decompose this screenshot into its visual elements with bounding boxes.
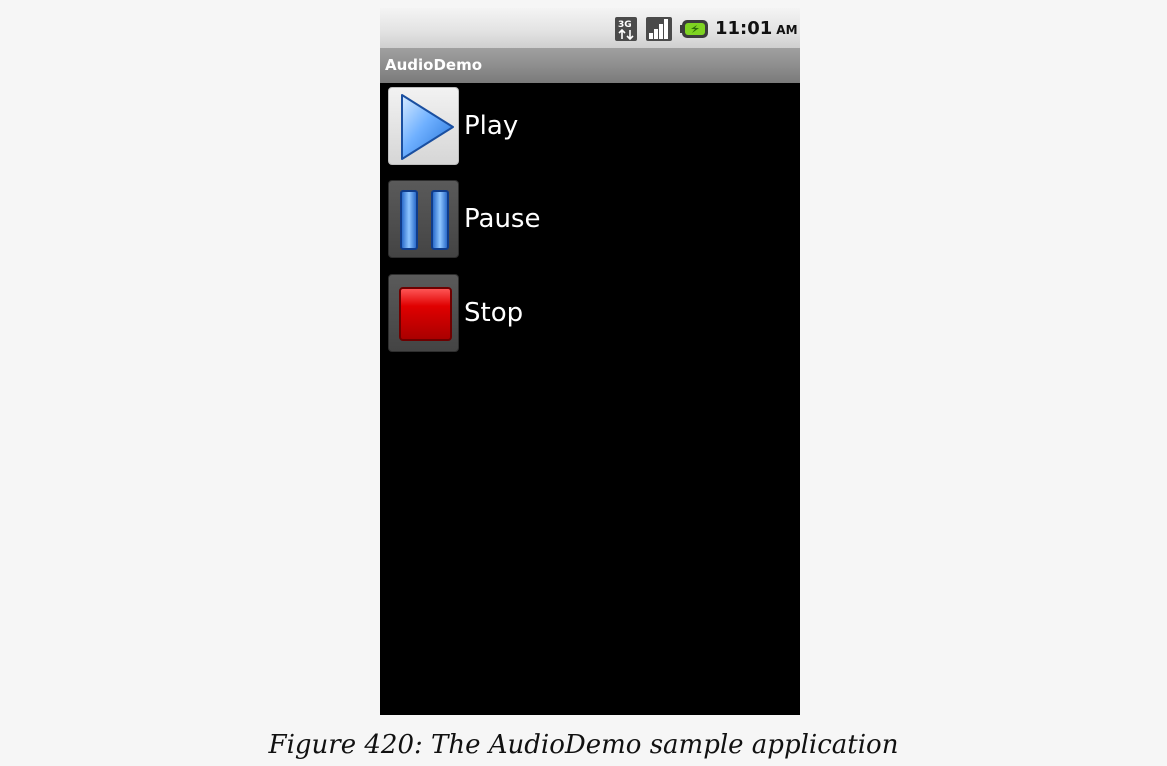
clock-time: 11:01 <box>715 18 773 39</box>
pause-label: Pause <box>464 204 541 234</box>
svg-text:3G: 3G <box>618 20 632 30</box>
stop-label: Stop <box>464 298 524 328</box>
play-control: Play <box>388 87 800 165</box>
battery-icon <box>680 16 710 42</box>
3g-network-icon: 3G <box>614 16 638 42</box>
play-button[interactable] <box>388 87 459 165</box>
status-clock: 11:01 AM <box>715 17 798 41</box>
stop-control: Stop <box>388 274 800 352</box>
pause-icon <box>400 190 449 250</box>
title-bar: AudioDemo <box>380 48 800 83</box>
play-icon <box>401 94 454 160</box>
pause-button[interactable] <box>388 180 459 258</box>
stop-icon <box>399 287 452 341</box>
pause-control: Pause <box>388 180 800 258</box>
signal-strength-icon <box>646 16 672 42</box>
phone-screen: 3G 11:01 AM AudioDemo Play Pause Stop <box>380 8 800 715</box>
stop-button[interactable] <box>388 274 459 352</box>
clock-ampm: AM <box>776 23 798 37</box>
app-title: AudioDemo <box>385 56 483 74</box>
status-bar: 3G 11:01 AM <box>380 8 800 48</box>
figure-caption: Figure 420: The AudioDemo sample applica… <box>268 730 899 760</box>
play-label: Play <box>464 111 519 141</box>
